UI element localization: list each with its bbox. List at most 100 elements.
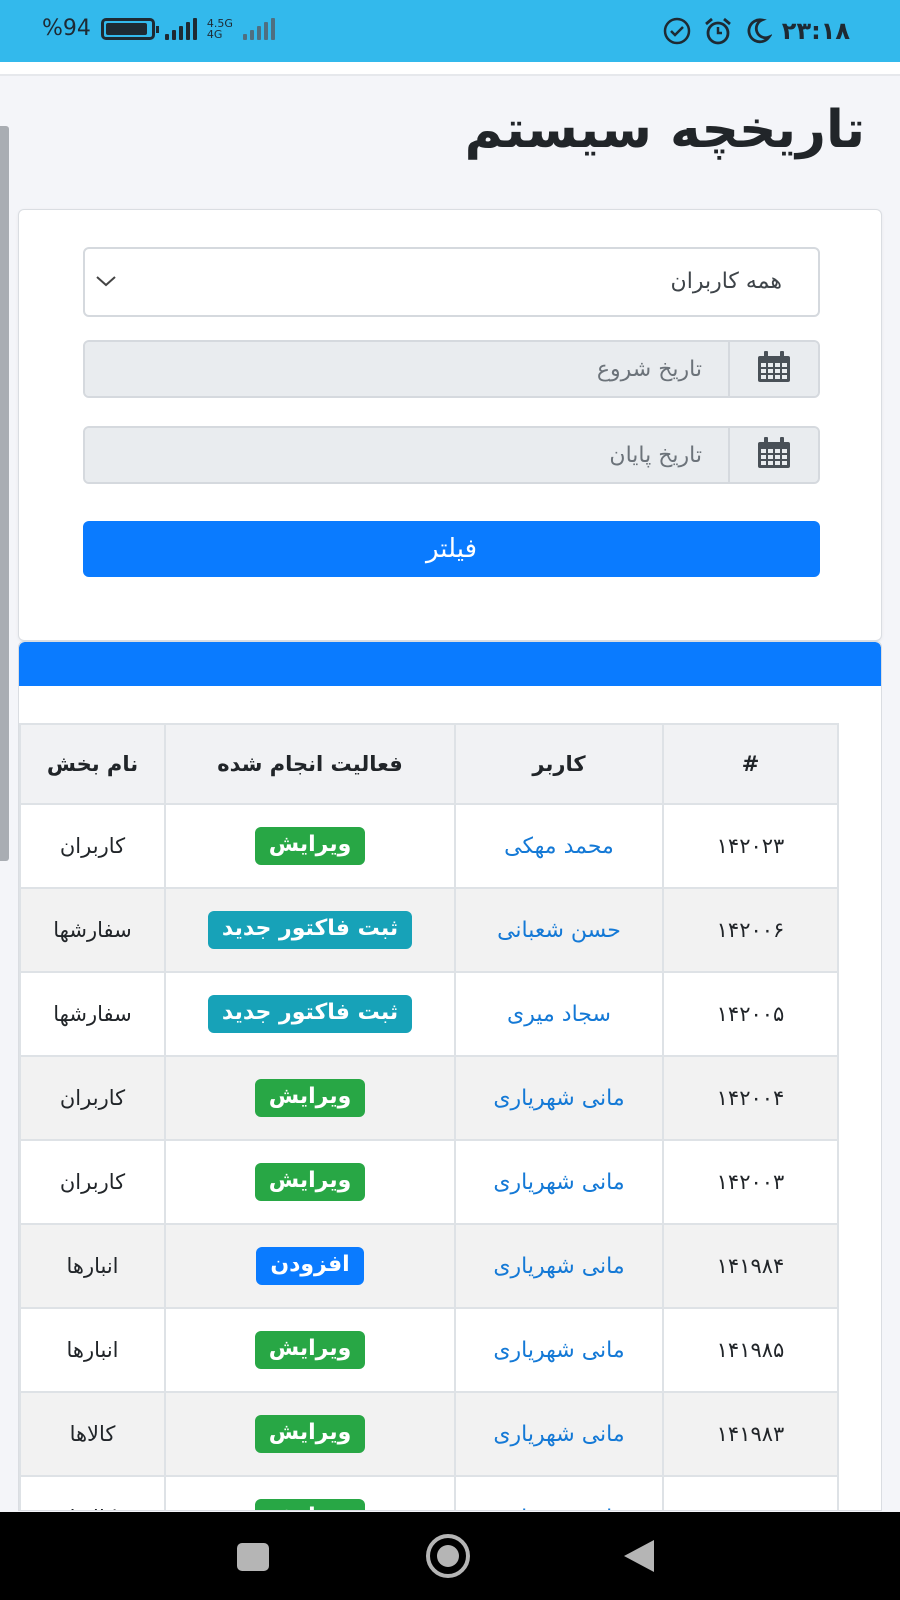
signal-strength-secondary-icon: [242, 17, 275, 40]
row-user-cell: مانی شهریاری: [454, 1475, 664, 1511]
column-header-user[interactable]: کاربر: [454, 723, 664, 805]
row-activity-cell: ثبت فاکتور جدید: [164, 971, 456, 1057]
activity-badge: افزودن: [256, 1247, 364, 1285]
row-id: ۱۴۲۰۲۳: [662, 803, 839, 889]
clock-time: ۲۳:۱۸: [781, 17, 850, 45]
user-link[interactable]: مانی شهریاری: [493, 1338, 624, 1363]
user-link[interactable]: مانی شهریاری: [493, 1170, 624, 1195]
row-activity-cell: ویرایش: [164, 1139, 456, 1225]
row-section: کاربران: [19, 1055, 166, 1141]
row-user-cell: مانی شهریاری: [454, 1307, 664, 1393]
row-user-cell: محمد مهکی: [454, 803, 664, 889]
moon-icon: [744, 17, 772, 45]
row-user-cell: مانی شهریاری: [454, 1391, 664, 1477]
home-button[interactable]: [424, 1532, 472, 1584]
filter-card: همه کاربران فیلتر: [18, 209, 882, 641]
page-title: تاریخچه سیستم: [464, 100, 865, 160]
history-table-body: ۱۴۲۰۲۳ محمد مهکی ویرایش کاربران ۱۴۲۰۰۶ حسن شع…: [19, 803, 839, 1511]
app-top-bar: [0, 62, 900, 76]
table-row: ۱۴۲۰۰۶ حسن شعبانی ثبت فاکتور جدید سفارشها: [19, 887, 839, 973]
network-type: 4.5G 4G: [207, 18, 233, 40]
table-row: ۱۴۲۰۰۴ مانی شهریاری ویرایش کاربران: [19, 1055, 839, 1141]
activity-badge: ویرایش: [254, 1415, 366, 1453]
alarm-icon: [702, 16, 734, 46]
chevron-down-icon: [95, 273, 117, 292]
row-section: کاربران: [19, 803, 166, 889]
row-id: ۱۴۱۹۸۴: [662, 1223, 839, 1309]
row-section: سفارشها: [19, 971, 166, 1057]
row-activity-cell: ویرایش: [164, 1391, 456, 1477]
row-user-cell: مانی شهریاری: [454, 1139, 664, 1225]
row-section: انبارها: [19, 1307, 166, 1393]
user-select[interactable]: همه کاربران: [83, 247, 820, 317]
activity-badge: ویرایش: [254, 1499, 366, 1510]
filter-button[interactable]: فیلتر: [83, 521, 820, 577]
start-date-group: [83, 340, 820, 398]
table-row: ۱۴۲۰۲۳ محمد مهکی ویرایش کاربران: [19, 803, 839, 889]
row-section: کالاها: [19, 1391, 166, 1477]
activity-badge: ویرایش: [254, 827, 366, 865]
row-activity-cell: ویرایش: [164, 1055, 456, 1141]
status-bar-right: ۲۳:۱۸: [662, 16, 850, 46]
row-activity-cell: ویرایش: [164, 1307, 456, 1393]
row-id: ۱۴۱۹۸۳: [662, 1391, 839, 1477]
row-section: کالاها: [19, 1475, 166, 1510]
table-row: ۱۴۲۰۰۳ مانی شهریاری ویرایش کاربران: [19, 1139, 839, 1225]
user-select-value: همه کاربران: [670, 269, 782, 294]
results-card-header: [19, 642, 881, 686]
activity-badge: ثبت فاکتور جدید: [207, 911, 413, 949]
battery-fill: [105, 22, 148, 35]
row-user-cell: مانی شهریاری: [454, 1055, 664, 1141]
column-header-id[interactable]: #: [662, 723, 839, 805]
results-card: # کاربر فعالیت انجام شده نام بخش ۱۴۲۰۲۳ م…: [18, 641, 882, 1511]
table-row: ۱۴۲۰۰۵ سجاد میری ثبت فاکتور جدید سفارشها: [19, 971, 839, 1057]
activity-badge: ویرایش: [254, 1331, 366, 1369]
activity-badge: ویرایش: [254, 1163, 366, 1201]
end-date-input[interactable]: [85, 428, 730, 482]
user-link[interactable]: مانی شهریاری: [493, 1254, 624, 1279]
row-activity-cell: افزودن: [164, 1223, 456, 1309]
calendar-icon: [757, 437, 791, 473]
signal-strength-icon: [164, 17, 197, 40]
row-user-cell: حسن شعبانی: [454, 887, 664, 973]
start-date-input[interactable]: [85, 342, 730, 396]
end-date-calendar-button[interactable]: [728, 428, 818, 482]
scroll-indicator[interactable]: [0, 126, 9, 861]
system-navigation-bar: [0, 1512, 900, 1600]
activity-badge: ویرایش: [254, 1079, 366, 1117]
network-type-label: 4.5G: [206, 16, 233, 30]
user-link[interactable]: محمد مهکی: [504, 834, 614, 859]
status-bar-left: %94 4.5G 4G: [42, 16, 275, 41]
row-id: ۱۴۲۰۰۴: [662, 1055, 839, 1141]
calendar-icon: [757, 351, 791, 387]
network-sub-label: 4G: [206, 27, 223, 41]
user-link[interactable]: حسن شعبانی: [497, 918, 621, 943]
check-circle-icon: [662, 16, 692, 46]
row-id: ۱۴۱۹۸۲: [662, 1475, 839, 1510]
row-section: کاربران: [19, 1139, 166, 1225]
row-id: ۱۴۲۰۰۶: [662, 887, 839, 973]
row-user-cell: مانی شهریاری: [454, 1223, 664, 1309]
history-table: # کاربر فعالیت انجام شده نام بخش ۱۴۲۰۲۳ م…: [19, 723, 839, 1511]
column-header-section[interactable]: نام بخش: [19, 723, 166, 805]
user-link[interactable]: سجاد میری: [507, 1002, 611, 1027]
table-row: ۱۴۱۹۸۳ مانی شهریاری ویرایش کالاها: [19, 1391, 839, 1477]
battery-percent: %94: [42, 16, 91, 41]
table-header-row: # کاربر فعالیت انجام شده نام بخش: [19, 723, 839, 805]
row-activity-cell: ویرایش: [164, 803, 456, 889]
table-row: ۱۴۱۹۸۵ مانی شهریاری ویرایش انبارها: [19, 1307, 839, 1393]
recent-apps-button[interactable]: [236, 1542, 270, 1576]
column-header-activity[interactable]: فعالیت انجام شده: [164, 723, 456, 805]
back-button[interactable]: [622, 1538, 656, 1578]
battery-icon: [100, 17, 159, 40]
table-row: ۱۴۱۹۸۴ مانی شهریاری افزودن انبارها: [19, 1223, 839, 1309]
row-id: ۱۴۲۰۰۳: [662, 1139, 839, 1225]
row-activity-cell: ثبت فاکتور جدید: [164, 887, 456, 973]
table-row: ۱۴۱۹۸۲ مانی شهریاری ویرایش کالاها: [19, 1475, 839, 1511]
status-bar: %94 4.5G 4G ۲۳:۱۸: [0, 0, 900, 62]
row-id: ۱۴۲۰۰۵: [662, 971, 839, 1057]
user-link[interactable]: مانی شهریاری: [493, 1506, 624, 1511]
user-link[interactable]: مانی شهریاری: [493, 1422, 624, 1447]
user-link[interactable]: مانی شهریاری: [493, 1086, 624, 1111]
start-date-calendar-button[interactable]: [728, 342, 818, 396]
